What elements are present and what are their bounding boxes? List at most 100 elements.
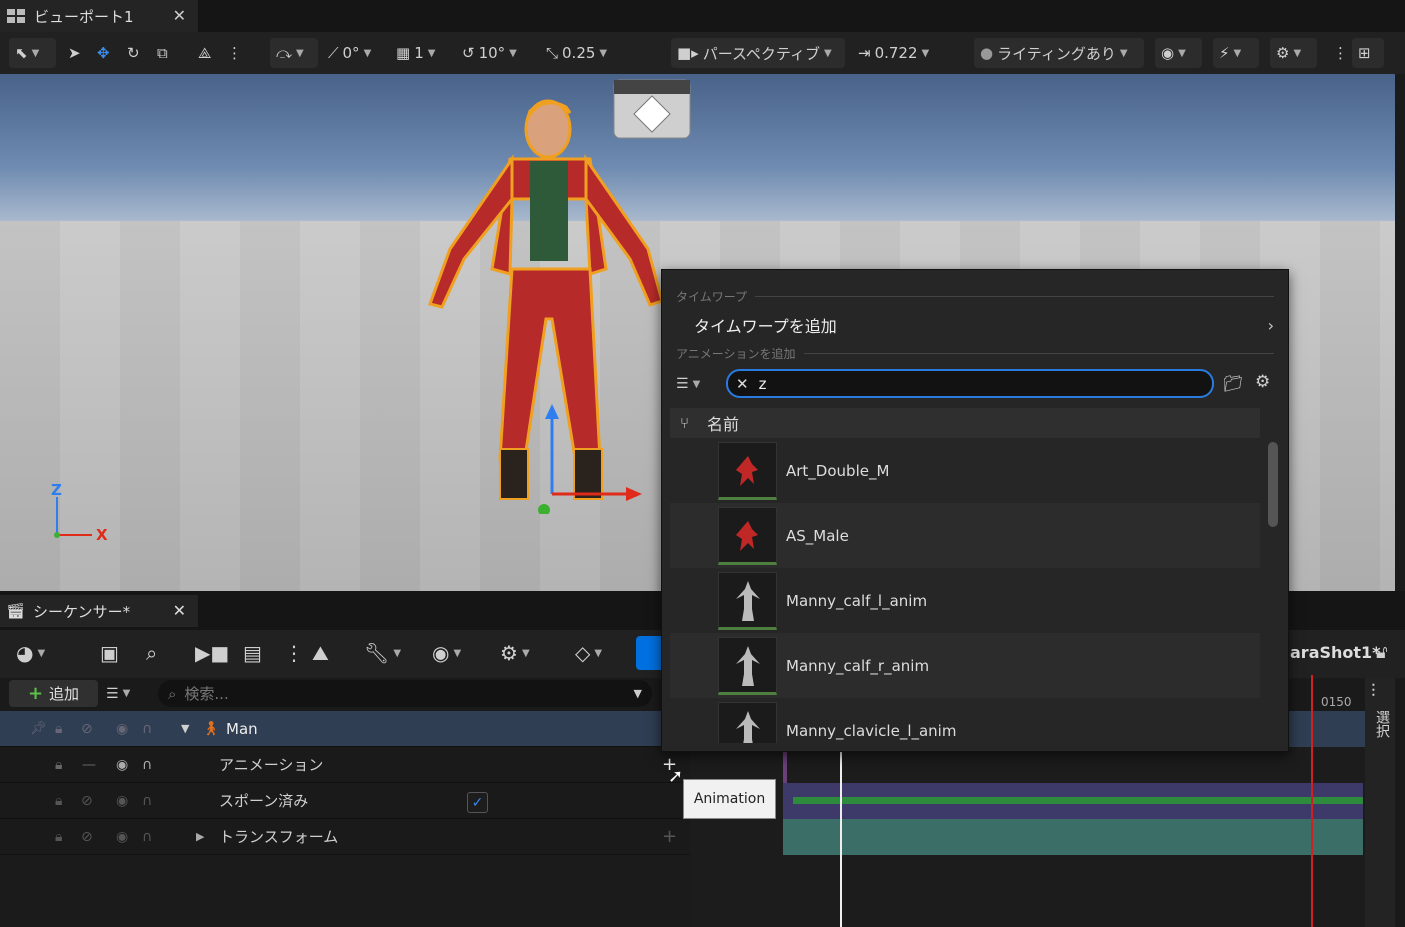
asset-item[interactable]: Manny_calf_l_anim — [670, 568, 1260, 633]
viewport-tab-bar — [0, 0, 1405, 32]
add-track-button[interactable]: + 追加 — [9, 680, 98, 707]
chevron-down-icon: ▼ — [363, 47, 372, 59]
coord-space-button[interactable]: ⟁ — [198, 38, 211, 68]
translate-tool-button[interactable]: ✥ — [97, 38, 110, 68]
lock-icon[interactable]: 🔒︎ — [55, 829, 62, 845]
side-select-label[interactable]: 選択 — [1372, 710, 1392, 738]
transform-section[interactable] — [783, 819, 1363, 855]
eye-icon[interactable]: ◉ — [116, 793, 128, 809]
lock-icon[interactable]: 🔒︎ — [55, 721, 62, 737]
expand-triangle-icon[interactable]: ▶ — [196, 830, 204, 843]
camera-mode-dropdown[interactable]: ■▸ パースペクティブ ▼ — [671, 38, 845, 68]
add-animation-popup[interactable]: タイムワープ タイムワープを追加 › アニメーションを追加 ☰ ▼ ✕ z 📁︎ … — [661, 269, 1289, 752]
playhead-line[interactable] — [840, 747, 842, 927]
camera-actor-icon[interactable] — [610, 74, 694, 144]
asset-search-input[interactable]: ✕ z — [726, 369, 1214, 398]
eye-icon[interactable]: ◉ — [116, 721, 128, 737]
track-row-transform[interactable]: 🔒︎ ⊘ ◉ ∩ ▶ トランスフォーム + — [0, 819, 690, 855]
settings-gear-icon[interactable]: ⚙ — [1255, 372, 1270, 392]
chevron-right-icon: › — [1267, 315, 1274, 335]
view-options-dropdown[interactable]: ◉ ▼ — [432, 636, 461, 670]
chevron-down-icon: ▼ — [427, 47, 436, 59]
snap-rotation-dropdown[interactable]: ⟋ 0° ▼ — [328, 38, 371, 68]
transform-gizmo[interactable] — [530, 404, 650, 514]
eye-icon[interactable]: ◉ — [116, 757, 128, 773]
headphones-icon[interactable]: ∩ — [142, 829, 152, 845]
filter-dropdown[interactable]: ☰ ▼ — [106, 681, 148, 706]
scale-icon: ⧉ — [157, 44, 168, 62]
headphones-icon[interactable]: ∩ — [142, 721, 152, 737]
auto-key-toggle[interactable] — [636, 636, 662, 670]
branch-icon[interactable]: ⑂ — [680, 414, 689, 432]
sequencer-more-button[interactable]: ⋮ — [284, 636, 304, 670]
close-sequencer-tab-icon[interactable]: ✕ — [173, 601, 186, 620]
add-key-plus-icon[interactable]: + — [662, 826, 677, 847]
disable-icon[interactable]: ⊘ — [81, 721, 93, 737]
track-search-input[interactable]: ⌕ 検索... ▼ — [158, 680, 652, 707]
add-timewarp-menu-item[interactable]: タイムワープを追加 › — [668, 310, 1284, 340]
angle-snap-dropdown[interactable]: ↺ 10° ▼ — [462, 38, 517, 68]
rotate-icon: ↻ — [127, 44, 140, 62]
lock-icon[interactable]: 🔒︎ — [55, 793, 62, 809]
asset-filter-dropdown[interactable]: ☰ ▼ — [676, 375, 716, 393]
folder-icon[interactable]: 📁︎ — [1223, 374, 1243, 393]
axis-z-label: Z — [51, 481, 62, 499]
clear-search-icon[interactable]: ✕ — [736, 375, 749, 393]
asset-name: Manny_clavicle_l_anim — [786, 721, 957, 740]
disable-icon[interactable]: ⊘ — [81, 793, 93, 809]
curve-editor-button[interactable]: ⛰ — [312, 636, 329, 670]
asset-item[interactable]: Manny_calf_r_anim — [670, 633, 1260, 698]
rotate-tool-button[interactable]: ↻ — [127, 38, 140, 68]
asset-item[interactable]: Manny_clavicle_l_anim — [670, 698, 1260, 743]
render-movie-button[interactable]: ▶■ — [195, 636, 229, 670]
track-row-animation[interactable]: 🔒︎ — ◉ ∩ アニメーション + — [0, 747, 690, 783]
realtime-dropdown[interactable]: ⚡ ▼ — [1213, 38, 1259, 68]
disable-icon[interactable]: ⊘ — [81, 829, 93, 845]
chevron-down-icon: ▼ — [921, 47, 930, 59]
spawned-checkbox[interactable]: ✓ — [467, 792, 488, 813]
column-name-header[interactable]: 名前 — [707, 411, 739, 435]
clapper-button[interactable]: ▤ — [243, 636, 262, 670]
grid-snap-dropdown[interactable]: ▦ 1 ▼ — [396, 38, 435, 68]
lock-icon[interactable]: 🔒︎ — [55, 757, 62, 773]
asset-item[interactable]: AS_Male — [670, 503, 1260, 568]
asset-name: Manny_calf_r_anim — [786, 656, 930, 675]
headphones-icon[interactable]: ∩ — [142, 757, 152, 773]
select-tool-button[interactable]: ➤ — [68, 38, 81, 68]
track-row-spawned[interactable]: 🔒︎ ⊘ ◉ ∩ スポーン済み ✓ — [0, 783, 690, 819]
expand-triangle-icon[interactable]: ▼ — [181, 722, 189, 735]
asset-item[interactable]: Art_Double_M — [670, 438, 1260, 503]
show-flags-dropdown[interactable]: ◉ ▼ — [1155, 38, 1202, 68]
close-viewport-tab-icon[interactable]: ✕ — [173, 6, 186, 25]
more-options-button[interactable]: ⋮ — [227, 38, 242, 68]
eye-icon[interactable]: ◉ — [116, 829, 128, 845]
scale-tool-button[interactable]: ⧉ — [157, 38, 168, 68]
save-button[interactable]: ▣ — [100, 636, 119, 670]
find-in-content-button[interactable]: ⌕ — [146, 636, 157, 670]
asset-name: AS_Male — [786, 526, 849, 545]
select-mode-dropdown[interactable]: ⬉ ▼ — [9, 38, 56, 68]
camera-speed-dropdown[interactable]: ⇥ 0.722 ▼ — [858, 38, 929, 68]
asset-thumbnail-red-figure — [718, 507, 777, 565]
viewport-tab[interactable]: ビューポート1 ✕ — [0, 0, 198, 32]
sequencer-tab[interactable]: 🎬︎ シーケンサー* ✕ — [0, 595, 198, 627]
headphones-icon[interactable]: ∩ — [142, 793, 152, 809]
viewport-settings-dropdown[interactable]: ⚙ ▼ — [1270, 38, 1317, 68]
viewport-more-button[interactable]: ⋮ — [1333, 38, 1348, 68]
chevron-down-icon: ▼ — [1119, 47, 1128, 59]
asset-list-scrollbar[interactable] — [1268, 442, 1278, 527]
lighting-mode-dropdown[interactable]: ● ライティングあり ▼ — [974, 38, 1144, 68]
playback-gear-icon: ⚙ — [500, 641, 518, 665]
tools-dropdown[interactable]: 🔧︎ ▼ — [364, 636, 401, 670]
pin-icon[interactable]: 📌︎ — [30, 721, 47, 736]
plus-icon: + — [27, 683, 44, 704]
scale-snap-dropdown[interactable]: ⤡ 0.25 ▼ — [546, 38, 607, 68]
playback-options-dropdown[interactable]: ⚙ ▼ — [500, 636, 530, 670]
world-dropdown[interactable]: ◕ ▼ — [16, 636, 45, 670]
surface-snap-dropdown[interactable]: ⤼ ▼ — [270, 38, 318, 68]
lock-icon[interactable]: 🔓︎ — [1376, 642, 1388, 663]
sliders-icon[interactable]: ⫶ — [1371, 681, 1376, 702]
layout-button[interactable]: ⊞ — [1352, 38, 1384, 68]
keyframe-dropdown[interactable]: ◇ ▼ — [575, 636, 602, 670]
end-marker-line[interactable] — [1311, 675, 1313, 927]
